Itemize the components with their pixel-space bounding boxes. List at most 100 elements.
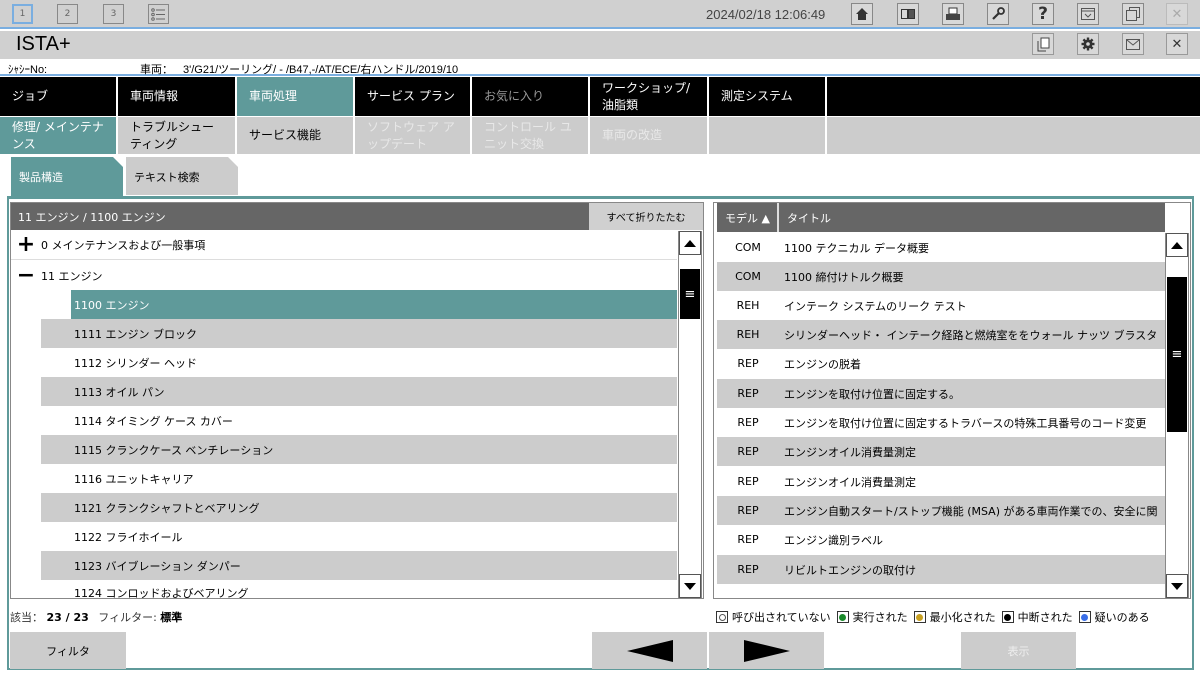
tab-text-search[interactable]: テキスト検索 (126, 157, 238, 195)
scroll-thumb[interactable]: ≡ (1167, 277, 1187, 433)
document-copy-button[interactable] (1032, 33, 1054, 55)
subnav-service-functions[interactable]: サービス機能 (237, 117, 355, 154)
dual-view-button[interactable] (897, 3, 919, 25)
vehicle-info-bar: ｼｬｼｰNo: 車両： 3'/G21/ツーリング/ - /B47,-/AT/EC… (0, 59, 1200, 76)
filter-button[interactable]: フィルタ (10, 632, 126, 669)
workspace-1-button[interactable]: 1 (12, 4, 33, 24)
tree-item[interactable]: 1115 クランクケース ベンチレーション (41, 435, 677, 464)
settings-button[interactable] (1077, 33, 1099, 55)
print-icon (946, 7, 960, 20)
nav-job[interactable]: ジョブ (0, 77, 118, 116)
document-row[interactable]: REP エンジンオイル消費量測定 (717, 467, 1165, 496)
subnav-vehicle-modification[interactable]: 車両の改造 (590, 117, 709, 154)
datetime: 2024/02/18 12:06:49 (706, 7, 826, 22)
column-title-header[interactable]: タイトル (779, 203, 1165, 232)
document-title: エンジンの脱着 (784, 357, 861, 371)
expand-icon[interactable]: + (11, 234, 41, 256)
document-row[interactable]: REH シリンダーヘッド・ インテーク経路と燃焼室ををウォール ナッツ ブラスタ (717, 320, 1165, 349)
arrow-down-icon (684, 582, 696, 590)
workspace-3-label: 3 (110, 9, 117, 19)
match-count: 該当： 23 / 23 フィルター: 標準 (10, 609, 182, 625)
legend-not-called: 呼び出されていない (716, 609, 831, 625)
nav-vehicle-info[interactable]: 車両情報 (118, 77, 237, 116)
document-row[interactable]: COM 1100 締付けトルク概要 (717, 262, 1165, 291)
workspace-2-label: 2 (64, 9, 71, 19)
column-model-header[interactable]: モデル ▲ (717, 203, 779, 232)
message-button[interactable] (1122, 33, 1144, 55)
document-model: REP (737, 504, 759, 517)
close-icon: ✕ (1171, 36, 1183, 52)
scroll-up-button[interactable] (679, 231, 701, 255)
tree-item[interactable]: 1111 エンジン ブロック (41, 319, 677, 348)
document-row[interactable]: REP リビルトエンジンの取付け (717, 555, 1165, 584)
workspace-2-button[interactable]: 2 (57, 4, 78, 24)
tree-item[interactable]: 1114 タイミング ケース カバー (41, 406, 677, 435)
nav-favorites-label: お気に入り (484, 89, 545, 104)
nav-workshop-fluids[interactable]: ワークショップ/ 油脂類 (590, 77, 709, 116)
subnav-software-update[interactable]: ソフトウェア アップデート (355, 117, 472, 154)
document-model: REP (737, 387, 759, 400)
nav-service-plan[interactable]: サービス プラン (355, 77, 472, 116)
tree-group-maintenance[interactable]: + 0 メインテナンスおよび一般事項 (11, 231, 677, 260)
nav-measurement-system[interactable]: 測定システム (709, 77, 827, 116)
subnav-control-unit-replacement[interactable]: コントロール ユニット交換 (472, 117, 590, 154)
window-top-bar: 1 2 3 2024/02/18 12:06:49 ? ✕ (0, 0, 1200, 29)
print-button[interactable] (942, 3, 964, 25)
workspace-3-button[interactable]: 3 (103, 4, 124, 24)
show-button[interactable]: 表示 (961, 632, 1076, 669)
arrow-down-icon (1171, 582, 1183, 590)
legend-label: 実行された (852, 611, 908, 624)
tree-item[interactable]: 1113 オイル パン (41, 377, 677, 406)
tree-scrollbar[interactable]: ≡ (678, 231, 702, 598)
window-close-button[interactable]: ✕ (1166, 3, 1188, 25)
document-row[interactable]: REP エンジンを取付け位置に固定するトラバースの特殊工具番号のコード変更 (717, 408, 1165, 437)
nav-vehicle-processing[interactable]: 車両処理 (237, 77, 355, 116)
subnav-troubleshooting[interactable]: トラブルシューティング (118, 117, 237, 154)
tree-item[interactable]: 1112 シリンダー ヘッド (41, 348, 677, 377)
restore-window-button[interactable] (1122, 3, 1144, 25)
tree-group-engine[interactable]: − 11 エンジン (11, 261, 677, 290)
document-row[interactable]: REP エンジンの脱着 (717, 349, 1165, 378)
subnav-repair-maintenance[interactable]: 修理/ メインテナンス (0, 117, 118, 154)
tree-item[interactable]: 1122 フライホイール (41, 522, 677, 551)
tree-item[interactable]: 1116 ユニットキャリア (41, 464, 677, 493)
tree-item-label: 1115 クランクケース ベンチレーション (74, 443, 274, 457)
scroll-down-button[interactable] (1166, 574, 1188, 598)
document-row[interactable]: REP エンジン自動スタート/ストップ機能 (MSA) がある車両作業での、安全に… (717, 496, 1165, 525)
tree-item[interactable]: 1124 コンロッドおよびベアリング (41, 580, 677, 598)
subnav-control-unit-replacement-label: コントロール ユニット交換 (484, 120, 572, 151)
previous-button[interactable] (592, 632, 707, 669)
document-row[interactable]: REP エンジンを取付け位置に固定する。 (717, 379, 1165, 408)
documents-scrollbar[interactable]: ≡ (1165, 233, 1189, 598)
status-executed-icon (836, 611, 849, 623)
nav-favorites[interactable]: お気に入り (472, 77, 590, 116)
collapse-all-button[interactable]: すべて折りたたむ (589, 203, 703, 230)
vin-label: ｼｬｼｰNo: (8, 64, 48, 76)
document-model: COM (735, 270, 761, 283)
collapse-icon[interactable]: − (11, 264, 41, 287)
tab-product-structure[interactable]: 製品構造 (11, 157, 123, 197)
tree-item[interactable]: 1100 エンジン (71, 290, 677, 319)
tree-item[interactable]: 1123 バイブレーション ダンパー (41, 551, 677, 580)
scroll-down-button[interactable] (679, 574, 701, 598)
list-view-button[interactable] (148, 4, 169, 24)
scroll-up-button[interactable] (1166, 233, 1188, 257)
match-value: 23 / 23 (46, 611, 89, 624)
subnav-repair-maintenance-label: 修理/ メインテナンス (12, 120, 104, 151)
tools-button[interactable] (987, 3, 1009, 25)
document-title: エンジンを取付け位置に固定する。 (784, 387, 960, 401)
document-row[interactable]: COM 1100 テクニカル データ概要 (717, 233, 1165, 262)
home-button[interactable] (851, 3, 873, 25)
tree-item[interactable]: 1121 クランクシャフトとベアリング (41, 493, 677, 522)
next-button[interactable] (709, 632, 824, 669)
settings-icon (1081, 37, 1095, 51)
scroll-thumb[interactable]: ≡ (680, 269, 700, 320)
screenshot-button[interactable] (1077, 3, 1099, 25)
document-row[interactable]: REH インテーク システムのリーク テスト (717, 291, 1165, 320)
document-row[interactable]: REP エンジンオイル消費量測定 (717, 437, 1165, 466)
help-button[interactable]: ? (1032, 3, 1054, 25)
document-model: REP (737, 475, 759, 488)
document-row[interactable]: REP エンジン識別ラベル (717, 525, 1165, 554)
app-close-button[interactable]: ✕ (1166, 33, 1188, 55)
tree-item-label: 1100 エンジン (74, 298, 150, 312)
